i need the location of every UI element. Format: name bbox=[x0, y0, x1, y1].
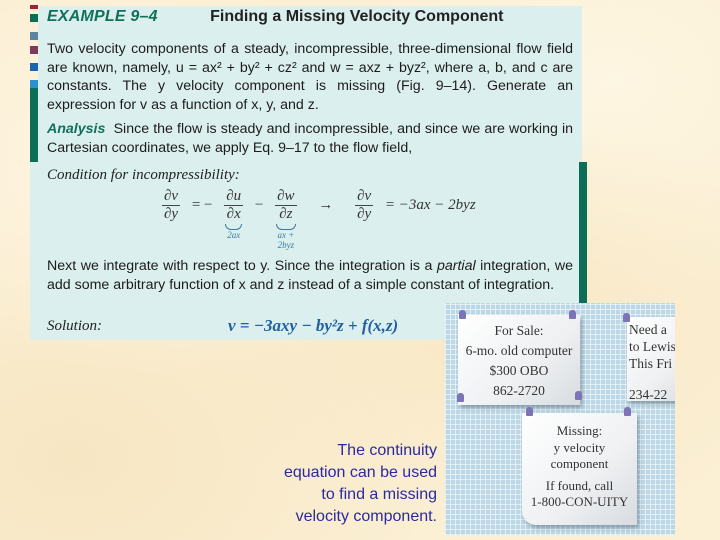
arrow-icon: → bbox=[318, 197, 334, 213]
lhs-fraction: ∂v ∂y bbox=[162, 188, 181, 222]
example-header: EXAMPLE 9–4 Finding a Missing Velocity C… bbox=[47, 8, 504, 26]
note-missing: Missing: y velocity component If found, … bbox=[522, 413, 637, 525]
color-bar-green bbox=[30, 14, 38, 22]
rhs-fraction: ∂v ∂y bbox=[355, 188, 374, 222]
dw-dz-fraction: ∂w ∂z ax + 2byz bbox=[275, 188, 297, 250]
minus-sign: − bbox=[254, 197, 264, 213]
equals-minus: = − bbox=[191, 197, 213, 213]
pushpin-icon bbox=[526, 407, 533, 416]
analysis-paragraph: Analysis Since the flow is steady and in… bbox=[47, 120, 573, 157]
panel-left-extension bbox=[30, 155, 38, 340]
analysis-label: Analysis bbox=[47, 121, 106, 137]
color-bar-red bbox=[30, 5, 38, 9]
pushpin-icon bbox=[569, 310, 576, 319]
pushpin-icon bbox=[624, 407, 631, 416]
accent-bar-right bbox=[579, 162, 587, 317]
pushpin-icon bbox=[457, 393, 464, 402]
pushpin-icon bbox=[623, 313, 630, 322]
underbrace-du-dx: 2ax bbox=[222, 224, 245, 240]
pushpin-icon bbox=[459, 310, 466, 319]
accent-bar-left bbox=[30, 88, 38, 162]
color-bar-steel bbox=[30, 32, 38, 40]
du-dx-fraction: ∂u ∂x 2ax bbox=[224, 188, 244, 240]
continuity-equation: ∂v ∂y = − ∂u ∂x 2ax − ∂w ∂z ax + 2byz → … bbox=[158, 188, 480, 250]
integration-paragraph: Next we integrate with respect to y. Sin… bbox=[47, 258, 574, 293]
color-bar-plum bbox=[30, 46, 38, 54]
figure-caption: The continuity equation can be used to f… bbox=[283, 442, 437, 525]
bulletin-board-figure: For Sale: 6-mo. old computer $300 OBO 86… bbox=[445, 303, 675, 535]
color-bar-blue bbox=[30, 63, 38, 71]
partial-emphasis: partial bbox=[436, 258, 476, 274]
note-for-sale: For Sale: 6-mo. old computer $300 OBO 86… bbox=[458, 315, 580, 405]
solution-label: Solution: bbox=[47, 318, 102, 334]
underbrace-dw-dz: ax + 2byz bbox=[273, 224, 298, 250]
note-need-ride: Need a to Lewis This Fri 234-22 bbox=[627, 317, 675, 402]
example-label: EXAMPLE 9–4 bbox=[47, 8, 158, 25]
analysis-text: Since the flow is steady and incompressi… bbox=[47, 121, 574, 156]
rhs-expression: = −3ax − 2byz bbox=[384, 197, 476, 213]
example-title: Finding a Missing Velocity Component bbox=[210, 8, 504, 25]
condition-label: Condition for incompressibility: bbox=[47, 167, 240, 183]
pushpin-icon bbox=[575, 391, 582, 400]
problem-statement: Two velocity components of a steady, inc… bbox=[47, 41, 573, 113]
solution-equation: v = −3axy − by²z + f(x,z) bbox=[228, 316, 399, 335]
